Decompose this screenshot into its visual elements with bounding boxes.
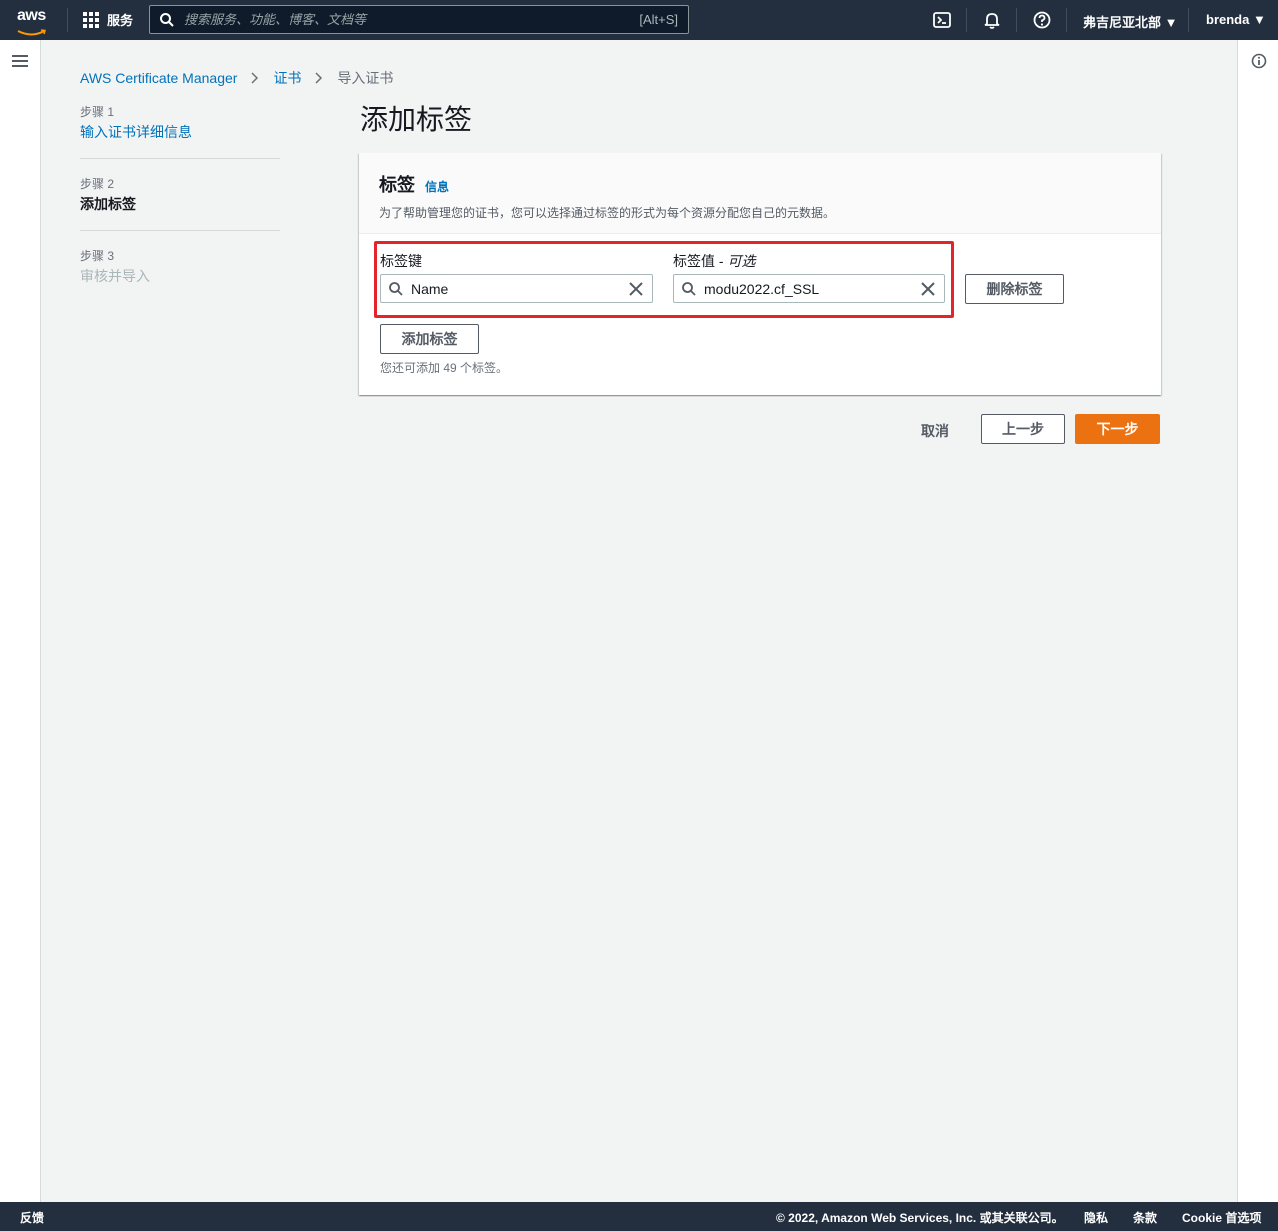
right-tools-rail xyxy=(1237,40,1278,1202)
privacy-link[interactable]: 隐私 xyxy=(1084,1209,1108,1226)
cookie-preferences-link[interactable]: Cookie 首选项 xyxy=(1182,1209,1261,1226)
tag-value-label: 标签值 - 可选 xyxy=(673,251,755,271)
services-menu-button[interactable]: 服务 xyxy=(83,10,133,29)
clear-x-icon[interactable] xyxy=(628,281,644,297)
menu-hamburger-icon[interactable] xyxy=(12,55,28,67)
nav-divider xyxy=(1188,8,1189,32)
notifications-bell-icon[interactable] xyxy=(982,10,1002,30)
global-search[interactable]: [Alt+S] xyxy=(149,5,689,34)
top-navigation: aws 服务 [Alt+S] xyxy=(0,0,1278,40)
tag-value-field[interactable] xyxy=(673,274,945,303)
search-input[interactable] xyxy=(184,12,640,27)
remaining-tags-hint: 您还可添加 49 个标签。 xyxy=(380,361,509,375)
breadcrumb: AWS Certificate Manager 证书 导入证书 xyxy=(80,68,393,88)
region-selector[interactable]: 弗吉尼亚北部 ▼ xyxy=(1083,12,1177,31)
account-menu[interactable]: brenda ▼ xyxy=(1206,12,1266,27)
step-review-disabled: 审核并导入 xyxy=(80,268,150,284)
cancel-button[interactable]: 取消 xyxy=(921,421,949,441)
tag-value-input[interactable] xyxy=(704,280,920,297)
nav-divider xyxy=(1016,8,1017,32)
step-number: 步骤 3 xyxy=(80,249,115,263)
add-tag-button[interactable]: 添加标签 xyxy=(380,324,479,354)
footer: 反馈 © 2022, Amazon Web Services, Inc. 或其关… xyxy=(0,1202,1278,1231)
remove-tag-button[interactable]: 删除标签 xyxy=(965,274,1064,304)
tag-key-input[interactable] xyxy=(411,280,628,297)
chevron-right-icon xyxy=(315,72,323,84)
step-number: 步骤 2 xyxy=(80,177,115,191)
breadcrumb-certificates-link[interactable]: 证书 xyxy=(273,68,301,88)
breadcrumb-acm-link[interactable]: AWS Certificate Manager xyxy=(80,70,237,86)
feedback-link[interactable]: 反馈 xyxy=(20,1209,44,1226)
panel-title: 标签 xyxy=(379,175,415,195)
nav-divider xyxy=(67,8,68,32)
breadcrumb-current: 导入证书 xyxy=(337,70,394,86)
info-panel-icon[interactable] xyxy=(1251,53,1267,69)
info-link[interactable]: 信息 xyxy=(425,178,449,195)
grid-icon xyxy=(83,11,99,28)
search-icon xyxy=(389,281,403,296)
chevron-right-icon xyxy=(251,72,259,84)
step-number: 步骤 1 xyxy=(80,105,115,119)
left-navigation-rail xyxy=(0,40,41,1202)
step-link-details[interactable]: 输入证书详细信息 xyxy=(80,122,280,142)
aws-logo[interactable]: aws xyxy=(17,7,51,36)
tag-key-field[interactable] xyxy=(380,274,653,303)
previous-button[interactable]: 上一步 xyxy=(981,414,1065,444)
next-button[interactable]: 下一步 xyxy=(1075,414,1160,444)
nav-divider xyxy=(1066,8,1067,32)
aws-logo-text: aws xyxy=(17,7,46,24)
panel-description: 为了帮助管理您的证书，您可以选择通过标签的形式为每个资源分配您自己的元数据。 xyxy=(379,206,836,220)
wizard-step-2: 步骤 2 添加标签 xyxy=(80,176,280,231)
cloudshell-icon[interactable] xyxy=(932,10,952,30)
clear-x-icon[interactable] xyxy=(920,281,936,297)
help-icon[interactable] xyxy=(1032,10,1052,30)
step-current-tags: 添加标签 xyxy=(80,196,136,212)
terms-link[interactable]: 条款 xyxy=(1133,1209,1157,1226)
services-label: 服务 xyxy=(107,13,134,28)
search-icon xyxy=(682,281,696,296)
tag-key-label: 标签键 xyxy=(380,253,422,269)
nav-divider xyxy=(966,8,967,32)
search-icon xyxy=(160,12,174,27)
page-title: 添加标签 xyxy=(360,104,473,135)
wizard-step-3: 步骤 3 审核并导入 xyxy=(80,248,280,302)
tag-value-label-text: 标签值 - xyxy=(673,253,728,269)
optional-label: 可选 xyxy=(727,253,756,269)
copyright-text: © 2022, Amazon Web Services, Inc. 或其关联公司… xyxy=(776,1211,1064,1225)
wizard-step-1: 步骤 1 输入证书详细信息 xyxy=(80,104,280,159)
aws-smile-icon xyxy=(17,29,46,36)
search-shortcut: [Alt+S] xyxy=(639,12,678,27)
wizard-steps: 步骤 1 输入证书详细信息 步骤 2 添加标签 步骤 3 审核并导入 xyxy=(80,104,280,319)
panel-header: 标签 信息 为了帮助管理您的证书，您可以选择通过标签的形式为每个资源分配您自己的… xyxy=(359,153,1161,234)
